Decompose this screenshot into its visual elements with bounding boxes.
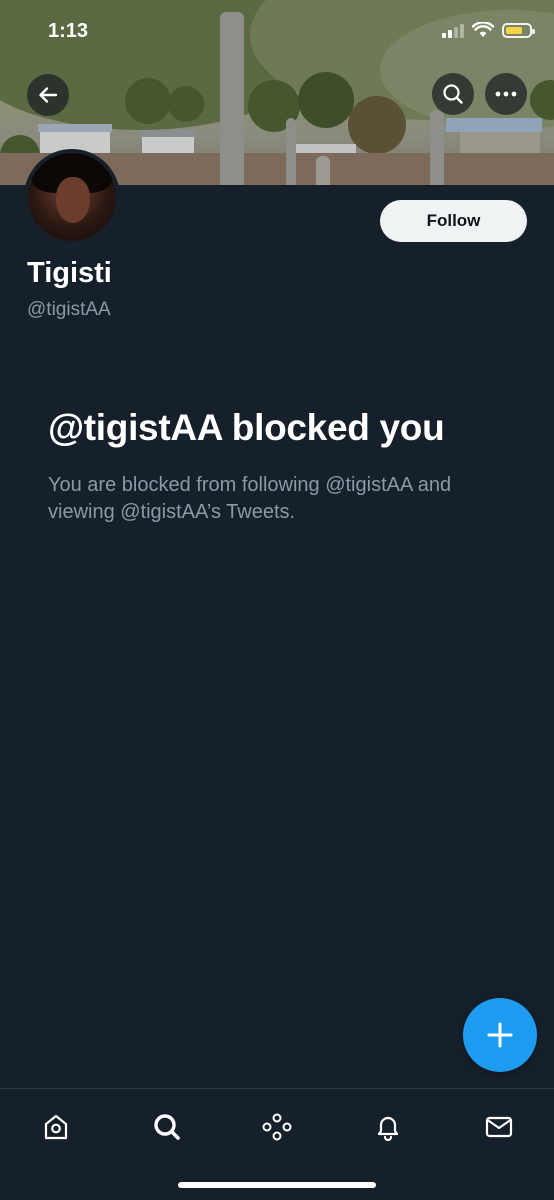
- mail-icon: [485, 1116, 513, 1138]
- nav-messages[interactable]: [479, 1107, 519, 1147]
- more-options-button[interactable]: [485, 73, 527, 115]
- signal-icon: [442, 22, 464, 38]
- plus-icon: [487, 1022, 513, 1048]
- nav-home[interactable]: [36, 1107, 76, 1147]
- blocked-description: You are blocked from following @tigistAA…: [48, 474, 452, 523]
- profile-avatar[interactable]: [24, 149, 120, 245]
- spaces-icon: [262, 1113, 292, 1141]
- avatar-image: [28, 153, 116, 241]
- profile-handle: @tigistAA: [27, 299, 111, 320]
- compose-tweet-button[interactable]: [463, 998, 537, 1072]
- nav-notifications[interactable]: [368, 1107, 408, 1147]
- status-time: 1:13: [48, 20, 89, 42]
- search-icon: [154, 1114, 180, 1140]
- display-name: Tigisti: [27, 257, 112, 289]
- more-icon: [495, 91, 517, 97]
- wifi-icon: [472, 22, 494, 37]
- blocked-title: @tigistAA blocked you: [48, 407, 445, 448]
- search-icon: [443, 84, 463, 104]
- home-icon: [44, 1114, 68, 1140]
- status-icons: [442, 22, 535, 38]
- battery-icon: [502, 22, 535, 38]
- home-indicator: [178, 1182, 376, 1188]
- follow-button[interactable]: Follow: [380, 200, 527, 242]
- bell-icon: [377, 1116, 399, 1142]
- nav-spaces[interactable]: [257, 1107, 297, 1147]
- nav-search[interactable]: [147, 1107, 187, 1147]
- back-button[interactable]: [27, 74, 69, 116]
- back-arrow-icon: [39, 87, 58, 103]
- search-button[interactable]: [432, 73, 474, 115]
